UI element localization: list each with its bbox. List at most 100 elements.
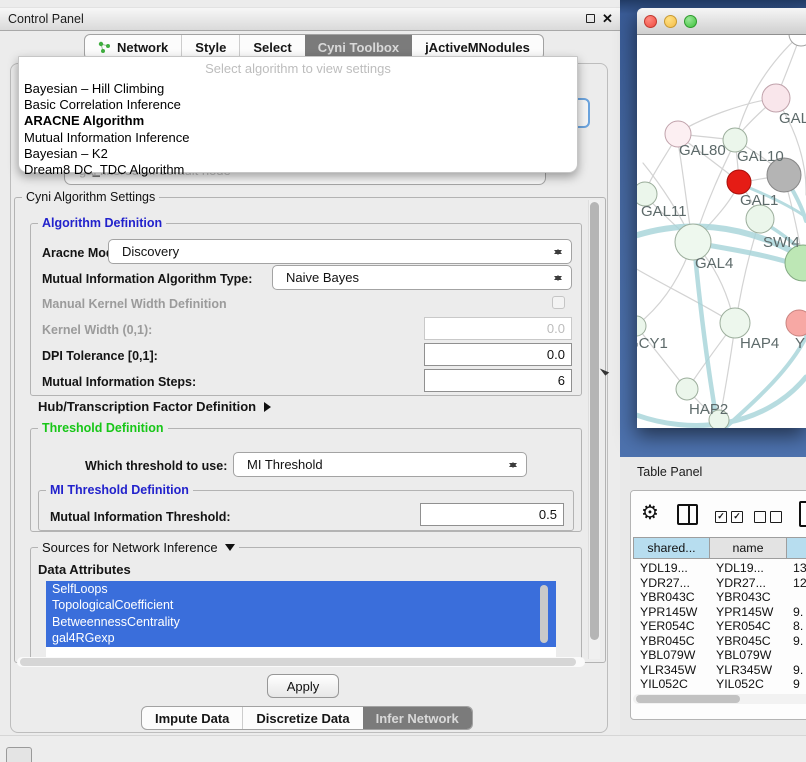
menu-item[interactable]: Bayesian – K2 [19,146,577,162]
hub-definition-expander[interactable]: Hub/Transcription Factor Definition [38,399,271,414]
threshold-definition-title: Threshold Definition [38,421,168,435]
network-graph: GAL GAL80 GAL10 GAL1 GAL11 SWI4 GAL4 GCY… [637,35,806,428]
node-label: GAL11 [641,203,687,220]
manual-kernel-width-label: Manual Kernel Width Definition [42,297,227,311]
list-item[interactable]: TopologicalCoefficient [46,597,556,613]
dpi-tolerance-field[interactable]: 0.0 [424,343,572,366]
screenshot-root: Control Panel ✕ Network Style Select Cyn… [0,0,806,762]
node-label: GAL10 [737,148,784,165]
network-node-gal1-selected[interactable] [727,170,751,194]
tab-infer-network[interactable]: Infer Network [363,707,472,729]
which-threshold-label: Which threshold to use: [85,459,227,473]
network-node[interactable] [762,84,790,112]
network-canvas[interactable]: GAL GAL80 GAL10 GAL1 GAL11 SWI4 GAL4 GCY… [637,35,806,428]
table-row[interactable]: YBL079WYBL079W [633,648,806,663]
deselect-all-columns-icon[interactable] [754,508,786,526]
table-panel-region: Table Panel ⚙ ✓✓ shared... name [620,457,806,735]
zoom-traffic-light[interactable] [684,15,697,28]
columns-icon[interactable] [677,504,698,525]
node-label: HAP2 [689,401,728,418]
sources-title-row[interactable]: Sources for Network Inference [38,540,239,555]
collapse-down-icon [225,544,235,551]
table-row[interactable]: YBR045CYBR045C9. [633,634,806,649]
aracne-mode-combobox[interactable]: Discovery [108,239,572,264]
network-node-hap2[interactable] [676,378,698,400]
kernel-width-field[interactable]: 0.0 [424,317,572,340]
gear-icon[interactable]: ⚙ [641,503,659,523]
bottom-tabbar: Impute Data Discretize Data Infer Networ… [141,706,473,730]
apply-button[interactable]: Apply [267,674,339,698]
tab-discretize-data[interactable]: Discretize Data [242,707,362,729]
table-row[interactable]: YER054CYER054C8. [633,619,806,634]
combo-spinner-icon [554,245,562,259]
menu-item-selected[interactable]: ARACNE Algorithm [19,113,577,129]
column-header-shared[interactable]: shared... [634,538,710,558]
settings-hscrollbar-thumb[interactable] [20,658,576,666]
table-panel-title: Table Panel [637,465,702,479]
menu-item[interactable]: Mutual Information Inference [19,130,577,146]
node-label: SWI4 [763,234,800,251]
node-label: GAL4 [695,255,733,272]
algorithm-menu-placeholder: Select algorithm to view settings [19,57,577,81]
list-item[interactable]: BetweennessCentrality [46,614,556,630]
table-row[interactable]: YIL052CYIL052C9 [633,677,806,691]
network-window: GAL GAL80 GAL10 GAL1 GAL11 SWI4 GAL4 GCY… [637,8,806,428]
node-label: HAP4 [740,335,779,352]
table-row[interactable]: YDR27...YDR27...12 [633,576,806,591]
network-window-titlebar[interactable] [637,8,806,35]
column-header-name[interactable]: name [710,538,787,558]
dpi-tolerance-label: DPI Tolerance [0,1]: [42,349,158,363]
menu-item[interactable]: Dream8 DC_TDC Algorithm [19,162,577,178]
table-row[interactable]: YDL19...YDL19...13 [633,561,806,576]
control-panel-title: Control Panel [0,12,84,26]
column-header-extra[interactable] [787,538,806,558]
data-attributes-list: SelfLoops TopologicalCoefficient Between… [46,581,556,658]
close-traffic-light[interactable] [644,15,657,28]
combo-spinner-icon [509,458,517,472]
list-item[interactable]: gal4RGexp [46,630,556,646]
sources-title: Sources for Network Inference [42,540,218,555]
mi-steps-field[interactable]: 6 [424,369,572,392]
tab-impute-data[interactable]: Impute Data [142,707,242,729]
node-label: GAL1 [740,192,778,209]
mi-algorithm-type-combobox[interactable]: Naive Bayes [272,265,572,290]
minimize-traffic-light[interactable] [664,15,677,28]
attributes-scrollbar-thumb[interactable] [540,585,548,643]
mi-threshold-label: Mutual Information Threshold: [50,510,231,524]
network-node-swi4[interactable] [746,205,774,233]
kernel-width-label: Kernel Width (0,1): [42,323,152,337]
list-item[interactable]: SelfLoops [46,581,556,597]
table-hscrollbar-thumb[interactable] [636,695,740,703]
close-icon[interactable]: ✕ [602,13,613,25]
mi-algorithm-type-label: Mutual Information Algorithm Type: [42,272,252,286]
settings-scrollbar-thumb[interactable] [590,202,599,640]
table-row[interactable]: YBR043CYBR043C [633,590,806,605]
minimized-panel-chip[interactable] [6,747,32,762]
node-label: GAL80 [679,142,726,159]
network-node[interactable] [789,35,806,46]
table-panel-box: ⚙ ✓✓ shared... name YDL19...YDL19...13 Y… [630,490,806,720]
select-all-columns-icon[interactable]: ✓✓ [715,508,747,526]
new-table-icon[interactable] [799,501,806,527]
menu-item[interactable]: Basic Correlation Inference [19,97,577,113]
manual-kernel-width-checkbox[interactable] [552,296,565,309]
which-threshold-combobox[interactable]: MI Threshold [233,452,527,477]
cyni-algorithm-settings-title: Cyni Algorithm Settings [22,190,159,204]
network-node-hap4[interactable] [720,308,750,338]
mi-threshold-field[interactable]: 0.5 [420,503,564,526]
float-window-icon[interactable] [586,14,595,23]
bottom-strip [0,735,806,762]
menu-item[interactable]: Bayesian – Hill Climbing [19,81,577,97]
node-label: GAL [779,110,806,127]
mi-steps-label: Mutual Information Steps: [42,375,196,389]
mi-threshold-group-title: MI Threshold Definition [46,483,193,497]
table-row[interactable]: YPR145WYPR145W9. [633,605,806,620]
expand-right-icon [264,402,271,412]
network-node-salmon[interactable] [786,310,806,336]
table-toolbar: ⚙ ✓✓ [631,491,806,537]
control-panel-titlebar: Control Panel [0,7,621,31]
data-attributes-label: Data Attributes [38,562,131,577]
combo-spinner-icon [554,271,562,285]
table-header-row: shared... name [633,537,806,559]
table-row[interactable]: YLR345WYLR345W9. [633,663,806,678]
